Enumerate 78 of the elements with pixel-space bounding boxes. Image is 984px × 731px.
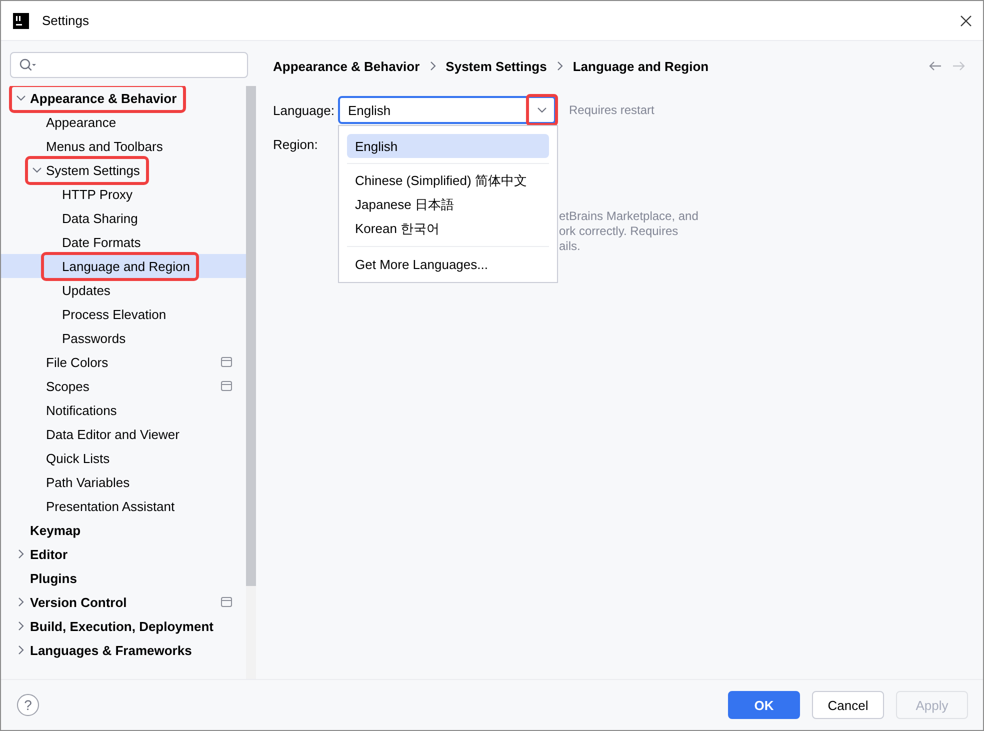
tree-item[interactable]: Process Elevation (1, 302, 246, 326)
breadcrumb-item[interactable]: Appearance & Behavior (273, 58, 420, 74)
tree-item[interactable]: Presentation Assistant (1, 494, 246, 518)
hint-text: ork correctly. Requires (559, 224, 680, 239)
tree-item-label: Menus and Toolbars (46, 138, 163, 156)
tree-item-label: Process Elevation (62, 306, 166, 324)
hint-text: ails. (559, 239, 582, 254)
tree-item-label: Notifications (46, 402, 117, 420)
tree-item[interactable]: Data Sharing (1, 206, 246, 230)
language-combobox[interactable]: English (338, 96, 556, 124)
dropdown-arrow[interactable] (528, 96, 556, 124)
combobox-value: English (348, 102, 391, 118)
tree-item-label: Scopes (46, 378, 90, 396)
tree-item[interactable]: Scopes (1, 374, 246, 398)
tree-item[interactable]: Data Editor and Viewer (1, 422, 246, 446)
tree-item[interactable]: Path Variables (1, 470, 246, 494)
tree-item[interactable]: Date Formats (1, 230, 246, 254)
tree-item[interactable]: Build, Execution, Deployment (1, 614, 246, 638)
tree-item-label: System Settings (46, 162, 140, 180)
hint-text: etBrains Marketplace, and (559, 209, 698, 224)
tree-item-label: Language and Region (62, 258, 190, 276)
chevron-down-icon (537, 107, 547, 113)
tree-item[interactable]: File Colors (1, 350, 246, 374)
tree-item-label: Version Control (30, 594, 127, 612)
tree-item[interactable]: Passwords (1, 326, 246, 350)
tree-item[interactable]: Plugins (1, 566, 246, 590)
tree-item-label: Keymap (30, 522, 81, 540)
tree-item-label: File Colors (46, 354, 108, 372)
tree-item-label: Plugins (30, 570, 77, 588)
back-arrow-icon[interactable] (928, 59, 942, 73)
tree-item[interactable]: Editor (1, 542, 246, 566)
tree-item-label: Path Variables (46, 474, 130, 492)
tree-item-label: Data Sharing (62, 210, 138, 228)
tree-item-label: Build, Execution, Deployment (30, 618, 214, 636)
language-label: Language: (273, 102, 336, 118)
tree-item[interactable]: HTTP Proxy (1, 182, 246, 206)
tree-item[interactable]: System Settings (1, 158, 246, 182)
dropdown-option[interactable]: Get More Languages... (347, 252, 549, 276)
tree-item-label: Data Editor and Viewer (46, 426, 180, 444)
scrollbar[interactable] (246, 86, 256, 679)
dropdown-option[interactable]: English (347, 134, 549, 158)
dialog-button[interactable]: OK (728, 691, 800, 719)
window-title: Settings (42, 13, 89, 28)
breadcrumb-separator-icon (556, 61, 564, 71)
tree-item-label: Appearance (46, 114, 116, 132)
tree-item[interactable]: Updates (1, 278, 246, 302)
search-icon (19, 58, 37, 72)
dropdown-option[interactable]: Korean 한국어 (347, 217, 549, 241)
tree-item[interactable]: Appearance (1, 110, 246, 134)
search-field[interactable] (10, 52, 248, 78)
tree-item-label: HTTP Proxy (62, 186, 133, 204)
tree-item-label: Date Formats (62, 234, 141, 252)
tree-item-label: Quick Lists (46, 450, 110, 468)
dialog-button[interactable]: Cancel (812, 691, 884, 719)
tree-item[interactable]: Notifications (1, 398, 246, 422)
close-icon[interactable] (959, 14, 973, 28)
tree-item-label: Updates (62, 282, 110, 300)
help-button[interactable]: ? (17, 694, 39, 716)
dropdown-option[interactable]: Japanese 日本語 (347, 193, 549, 217)
breadcrumb-item: Language and Region (572, 58, 709, 74)
tree-item-label: Appearance & Behavior (30, 90, 177, 108)
dropdown-option[interactable]: Chinese (Simplified) 简体中文 (347, 169, 549, 193)
tree-item[interactable]: Keymap (1, 518, 246, 542)
region-label: Region: (273, 136, 319, 152)
breadcrumb-item[interactable]: System Settings (446, 58, 547, 74)
breadcrumb-separator-icon (428, 61, 437, 71)
tree-item[interactable]: Menus and Toolbars (1, 134, 246, 158)
tree-item[interactable]: Appearance & Behavior (1, 86, 246, 110)
app-logo-icon (13, 12, 29, 28)
tree-item[interactable]: Language and Region (1, 254, 246, 278)
tree-item-label: Languages & Frameworks (30, 642, 192, 660)
tree-item-label: Presentation Assistant (46, 498, 175, 516)
tree-item[interactable]: Version Control (1, 590, 246, 614)
restart-note: Requires restart (569, 103, 654, 117)
tree-item-label: Passwords (62, 330, 126, 348)
tree-item[interactable]: Languages & Frameworks (1, 638, 246, 662)
tree-item-label: Editor (30, 546, 68, 564)
tree-item[interactable]: Quick Lists (1, 446, 246, 470)
